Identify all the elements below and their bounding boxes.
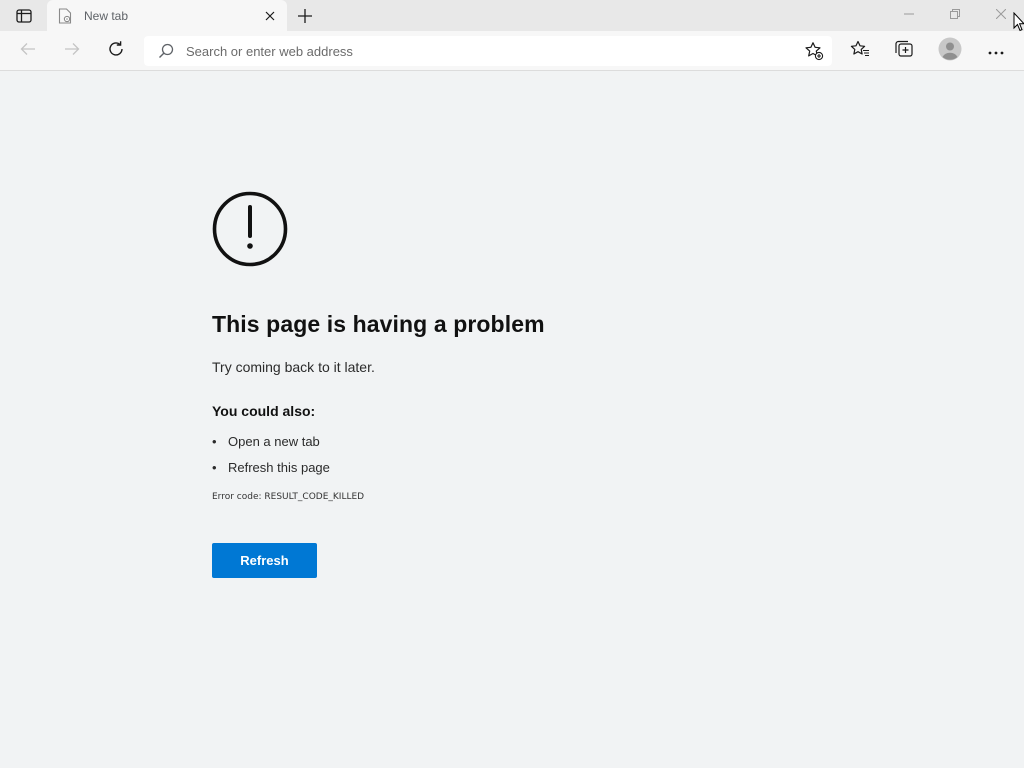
reload-button[interactable] <box>102 37 130 65</box>
close-icon[interactable] <box>262 8 278 24</box>
suggestions-heading: You could also: <box>212 403 316 419</box>
back-arrow-icon <box>20 42 36 61</box>
plus-icon[interactable] <box>294 5 316 27</box>
collections-icon <box>894 40 914 63</box>
bullet: • <box>212 433 217 449</box>
address-input[interactable] <box>186 43 800 59</box>
error-subtext: Try coming back to it later. <box>212 359 375 375</box>
error-heading: This page is having a problem <box>212 311 545 337</box>
exclamation-circle-icon <box>212 191 288 267</box>
close-icon <box>995 6 1007 24</box>
profile-avatar-icon <box>938 37 962 66</box>
tab-title: New tab <box>84 9 129 23</box>
tab-new-tab[interactable]: New tab <box>47 0 287 32</box>
suggestion-open-new-tab: Open a new tab <box>228 433 320 449</box>
favorites-button[interactable] <box>846 37 874 65</box>
page-gear-icon <box>57 8 73 24</box>
error-code: Error code: RESULT_CODE_KILLED <box>212 492 365 502</box>
minimize-icon <box>904 6 914 24</box>
refresh-icon <box>107 40 125 63</box>
restore-icon <box>950 6 960 24</box>
list-item: • Open a new tab <box>212 428 772 454</box>
restore-button[interactable] <box>932 0 978 30</box>
mouse-cursor <box>1013 11 1024 32</box>
suggestions-list: • Open a new tab • Refresh this page <box>212 428 772 480</box>
collections-button[interactable] <box>890 37 918 65</box>
settings-menu-button[interactable] <box>982 37 1010 65</box>
back-button[interactable] <box>14 37 42 65</box>
minimize-button[interactable] <box>886 0 932 30</box>
star-add-icon[interactable] <box>800 37 828 65</box>
error-page: This page is having a problem Try coming… <box>212 191 772 578</box>
tab-actions-icon[interactable] <box>8 5 40 27</box>
profile-button[interactable] <box>936 37 964 65</box>
suggestion-refresh-page: Refresh this page <box>228 459 330 475</box>
list-item: • Refresh this page <box>212 454 772 480</box>
forward-button[interactable] <box>58 37 86 65</box>
address-bar[interactable] <box>144 36 832 66</box>
browser-toolbar <box>0 31 1024 71</box>
favorites-icon <box>850 40 870 63</box>
more-dots-icon <box>988 42 1004 60</box>
search-icon <box>157 42 175 60</box>
tab-strip: New tab <box>0 0 1024 32</box>
forward-arrow-icon <box>64 42 80 61</box>
bullet: • <box>212 459 217 475</box>
refresh-button[interactable]: Refresh <box>212 543 317 578</box>
